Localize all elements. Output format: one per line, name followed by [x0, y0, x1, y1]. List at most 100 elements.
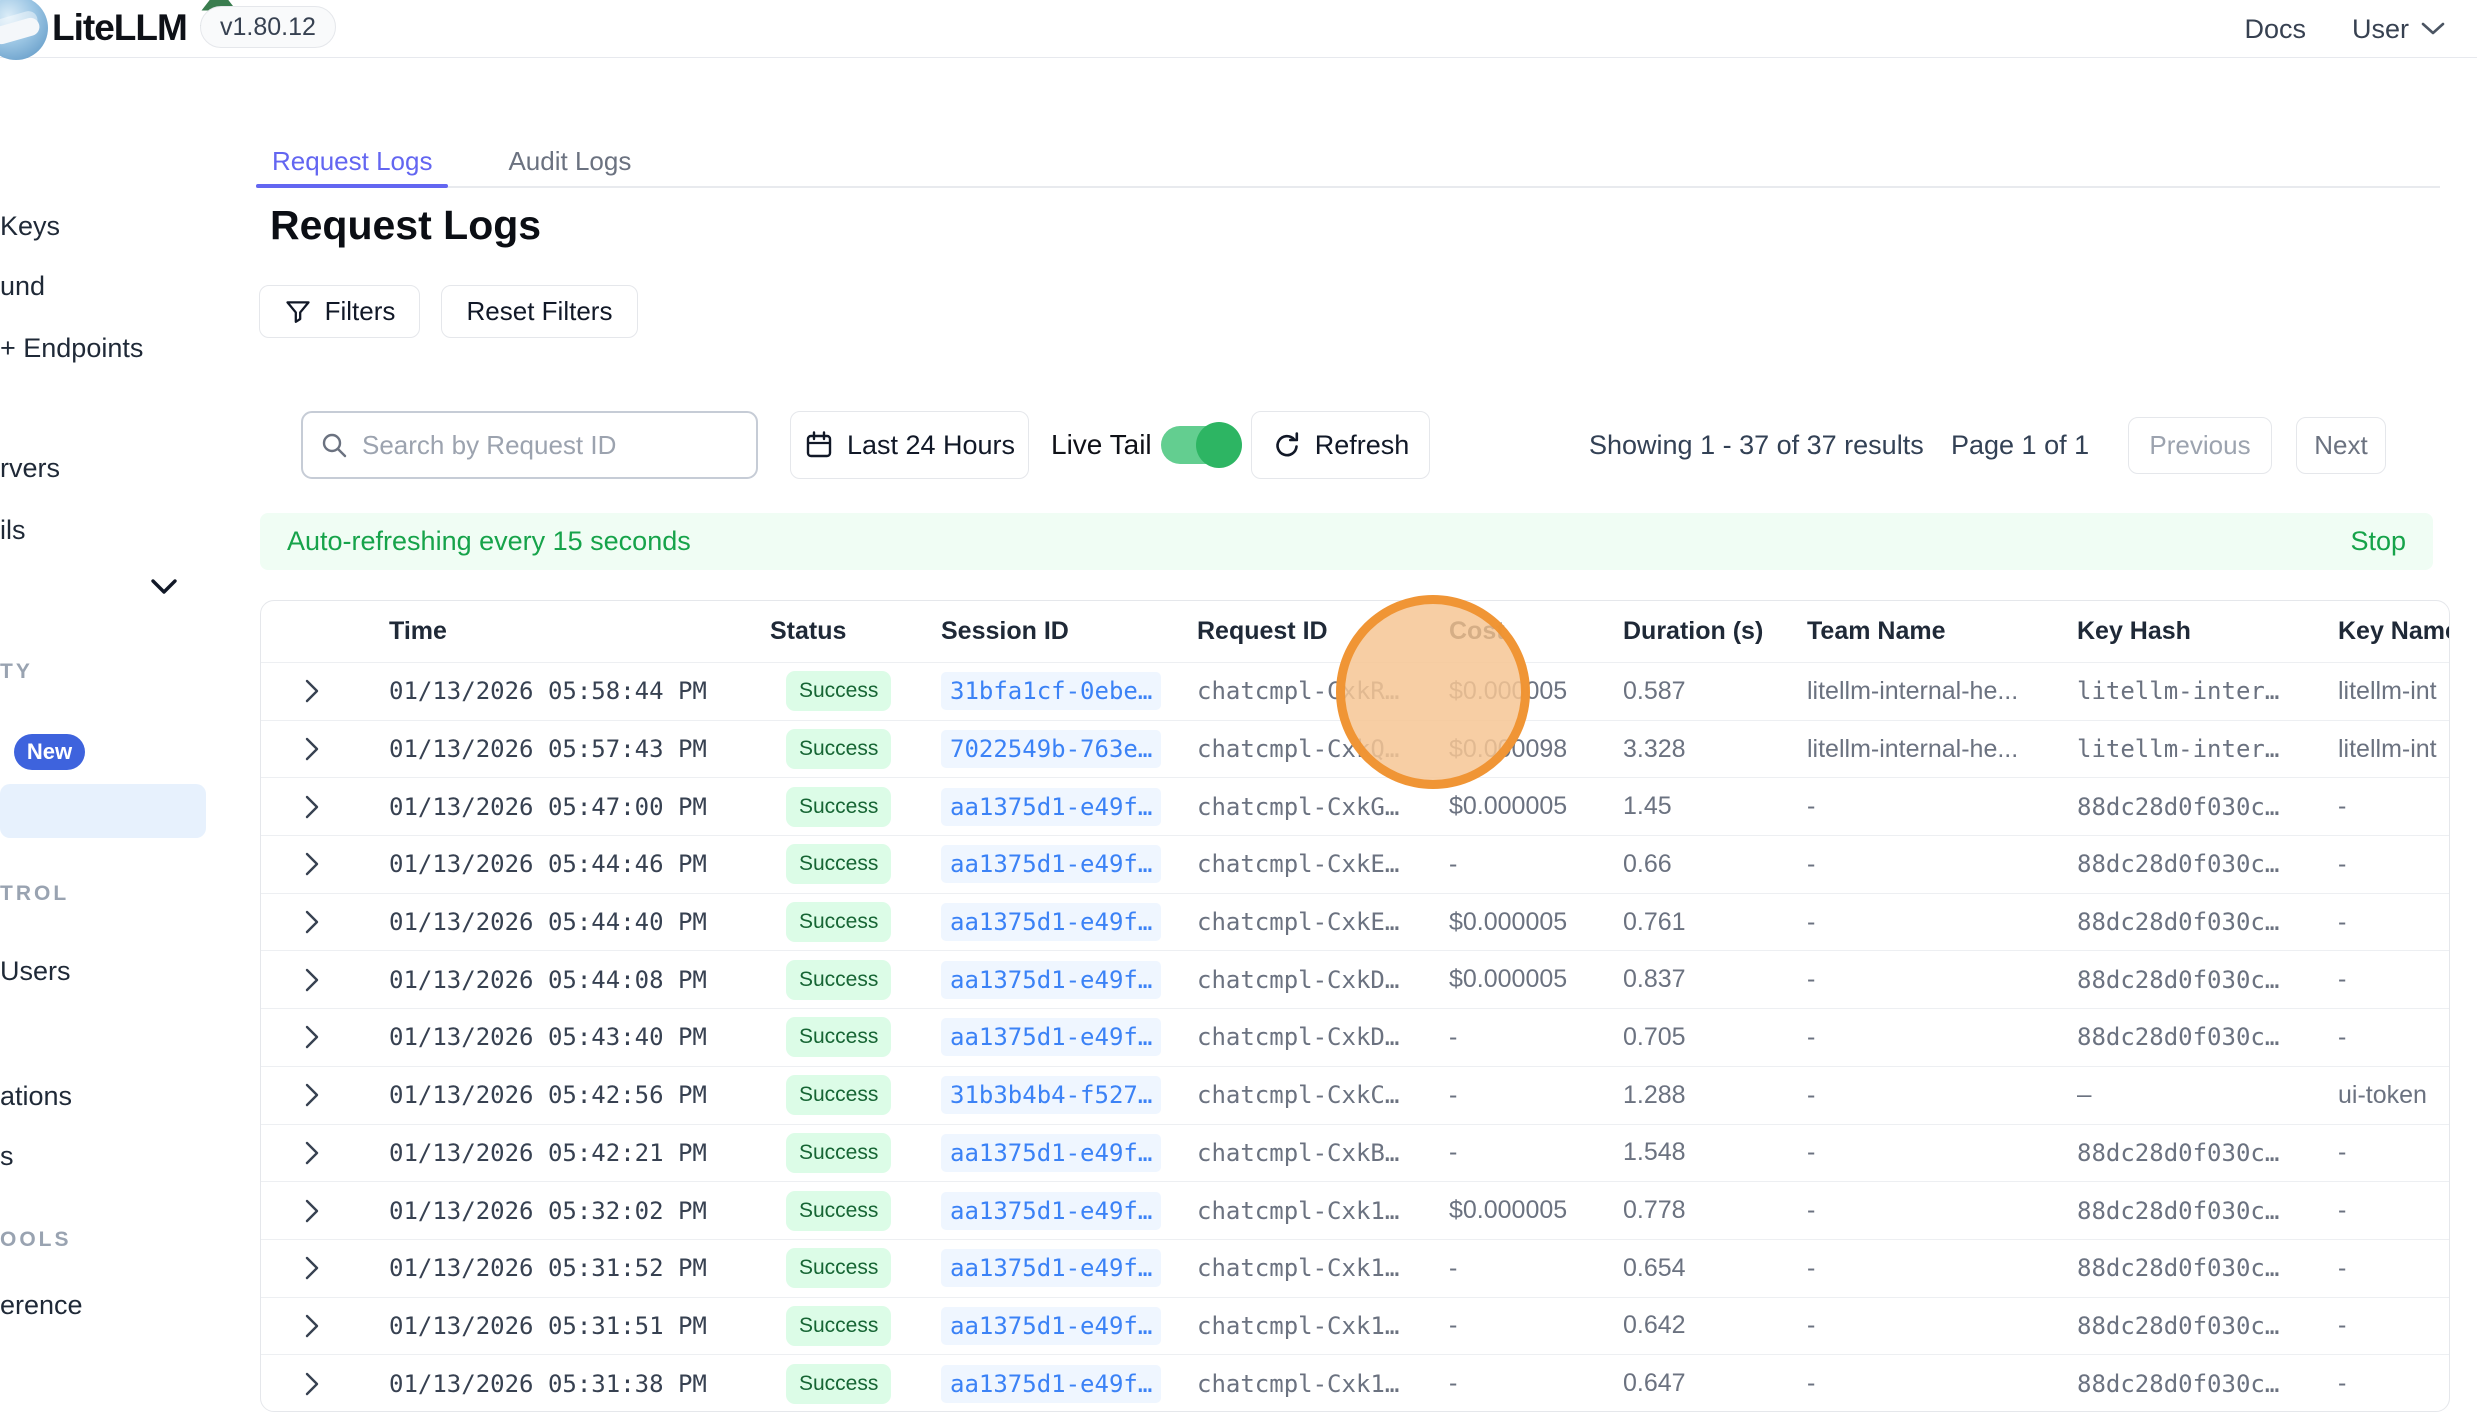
cell-duration: 3.328: [1623, 735, 1807, 764]
cell-team-name: litellm-internal-he...: [1807, 677, 2077, 706]
expand-row-chevron-icon[interactable]: [261, 679, 389, 703]
cell-time: 01/13/2026 05:31:38 PM: [389, 1370, 770, 1398]
expand-row-chevron-icon[interactable]: [261, 1199, 389, 1223]
cell-team-name: -: [1807, 1081, 2077, 1110]
new-badge: New: [14, 734, 85, 770]
expand-row-chevron-icon[interactable]: [261, 910, 389, 934]
cell-key-name: -: [2338, 1369, 2450, 1398]
live-tail-toggle[interactable]: [1161, 426, 1238, 464]
search-input[interactable]: [362, 430, 740, 461]
cell-key-name: -: [2338, 792, 2450, 821]
session-id-link[interactable]: 31bfa1cf-0ebe…: [941, 672, 1161, 710]
user-menu[interactable]: User: [2352, 14, 2445, 45]
session-id-link[interactable]: aa1375d1-e49f…: [941, 903, 1161, 941]
cell-cost: -: [1449, 1311, 1623, 1340]
session-id-link[interactable]: aa1375d1-e49f…: [941, 1307, 1161, 1345]
cell-cost: -: [1449, 1023, 1623, 1052]
sidebar-item-models-endpoints[interactable]: + Endpoints: [0, 333, 143, 364]
table-row[interactable]: 01/13/2026 05:31:38 PM Success aa1375d1-…: [261, 1354, 2449, 1412]
filters-button[interactable]: Filters: [259, 285, 420, 338]
expand-row-chevron-icon[interactable]: [261, 1025, 389, 1049]
cell-key-name: -: [2338, 1254, 2450, 1283]
next-page-button[interactable]: Next: [2296, 417, 2386, 474]
auto-refresh-message: Auto-refreshing every 15 seconds: [287, 526, 691, 557]
table-row[interactable]: 01/13/2026 05:47:00 PM Success aa1375d1-…: [261, 777, 2449, 835]
cell-key-name: -: [2338, 1311, 2450, 1340]
cell-time: 01/13/2026 05:57:43 PM: [389, 735, 770, 763]
expand-row-chevron-icon[interactable]: [261, 1141, 389, 1165]
status-badge: Success: [786, 1364, 891, 1404]
table-row[interactable]: 01/13/2026 05:44:40 PM Success aa1375d1-…: [261, 893, 2449, 951]
cell-cost: $0.000005: [1449, 965, 1623, 994]
docs-link[interactable]: Docs: [2244, 14, 2306, 45]
session-id-link[interactable]: aa1375d1-e49f…: [941, 961, 1161, 999]
time-range-button[interactable]: Last 24 Hours: [790, 411, 1029, 479]
expand-row-chevron-icon[interactable]: [261, 852, 389, 876]
cell-team-name: -: [1807, 1138, 2077, 1167]
status-badge: Success: [786, 1133, 891, 1173]
logs-tab-bar: Request Logs Audit Logs: [256, 137, 2440, 188]
session-id-link[interactable]: aa1375d1-e49f…: [941, 845, 1161, 883]
stop-auto-refresh-link[interactable]: Stop: [2350, 526, 2406, 557]
session-id-link[interactable]: 31b3b4b4-f527…: [941, 1076, 1161, 1114]
expand-row-chevron-icon[interactable]: [261, 795, 389, 819]
cell-duration: 0.778: [1623, 1196, 1807, 1225]
session-id-link[interactable]: aa1375d1-e49f…: [941, 1249, 1161, 1287]
table-row[interactable]: 01/13/2026 05:44:46 PM Success aa1375d1-…: [261, 835, 2449, 893]
cell-team-name: -: [1807, 1254, 2077, 1283]
sidebar-item-users[interactable]: Users: [0, 956, 71, 987]
cell-key-hash: 88dc28d0f030c…: [2077, 1312, 2338, 1340]
table-row[interactable]: 01/13/2026 05:32:02 PM Success aa1375d1-…: [261, 1181, 2449, 1239]
reset-filters-button[interactable]: Reset Filters: [441, 285, 638, 338]
status-badge: Success: [786, 787, 891, 827]
session-id-link[interactable]: aa1375d1-e49f…: [941, 1192, 1161, 1230]
table-row[interactable]: 01/13/2026 05:42:56 PM Success 31b3b4b4-…: [261, 1066, 2449, 1124]
sidebar-item-playground[interactable]: und: [0, 271, 45, 302]
table-body: 01/13/2026 05:58:44 PM Success 31bfa1cf-…: [261, 662, 2449, 1412]
auto-refresh-banner: Auto-refreshing every 15 seconds Stop: [260, 513, 2433, 570]
expand-row-chevron-icon[interactable]: [261, 1083, 389, 1107]
table-row[interactable]: 01/13/2026 05:58:44 PM Success 31bfa1cf-…: [261, 662, 2449, 720]
session-id-link[interactable]: 7022549b-763e…: [941, 730, 1161, 768]
sidebar-collapse-chevron-icon[interactable]: [150, 578, 178, 596]
header-key-hash: Key Hash: [2077, 617, 2338, 646]
tab-audit-logs[interactable]: Audit Logs: [492, 137, 647, 186]
cell-key-hash: 88dc28d0f030c…: [2077, 1023, 2338, 1051]
previous-page-button[interactable]: Previous: [2128, 417, 2272, 474]
sidebar-item-selected-logs[interactable]: [0, 784, 206, 838]
sidebar-item-reference[interactable]: erence: [0, 1290, 83, 1321]
table-row[interactable]: 01/13/2026 05:31:51 PM Success aa1375d1-…: [261, 1297, 2449, 1355]
expand-row-chevron-icon[interactable]: [261, 1314, 389, 1338]
expand-row-chevron-icon[interactable]: [261, 737, 389, 761]
sidebar-item-guardrails[interactable]: ils: [0, 515, 26, 546]
expand-row-chevron-icon[interactable]: [261, 1256, 389, 1280]
sidebar-item-teams[interactable]: s: [0, 1141, 14, 1172]
table-row[interactable]: 01/13/2026 05:44:08 PM Success aa1375d1-…: [261, 950, 2449, 1008]
cell-key-name: -: [2338, 1138, 2450, 1167]
sidebar-item-servers[interactable]: rvers: [0, 453, 60, 484]
session-id-link[interactable]: aa1375d1-e49f…: [941, 1134, 1161, 1172]
request-logs-table: Time Status Session ID Request ID Cost D…: [260, 600, 2450, 1412]
table-row[interactable]: 01/13/2026 05:57:43 PM Success 7022549b-…: [261, 720, 2449, 778]
table-row[interactable]: 01/13/2026 05:42:21 PM Success aa1375d1-…: [261, 1124, 2449, 1182]
table-row[interactable]: 01/13/2026 05:31:52 PM Success aa1375d1-…: [261, 1239, 2449, 1297]
cell-cost: -: [1449, 1254, 1623, 1283]
table-row[interactable]: 01/13/2026 05:43:40 PM Success aa1375d1-…: [261, 1008, 2449, 1066]
cell-time: 01/13/2026 05:42:21 PM: [389, 1139, 770, 1167]
header-duration: Duration (s): [1623, 617, 1807, 646]
session-id-link[interactable]: aa1375d1-e49f…: [941, 1365, 1161, 1403]
search-icon: [319, 430, 349, 460]
cell-team-name: -: [1807, 792, 2077, 821]
session-id-link[interactable]: aa1375d1-e49f…: [941, 1018, 1161, 1056]
expand-row-chevron-icon[interactable]: [261, 1372, 389, 1396]
sidebar-item-organizations[interactable]: ations: [0, 1081, 72, 1112]
cell-key-hash: 88dc28d0f030c…: [2077, 793, 2338, 821]
expand-row-chevron-icon[interactable]: [261, 968, 389, 992]
time-range-label: Last 24 Hours: [847, 430, 1015, 461]
sidebar-item-keys[interactable]: Keys: [0, 211, 60, 242]
refresh-button[interactable]: Refresh: [1251, 411, 1430, 479]
cell-time: 01/13/2026 05:31:51 PM: [389, 1312, 770, 1340]
session-id-link[interactable]: aa1375d1-e49f…: [941, 788, 1161, 826]
tab-request-logs[interactable]: Request Logs: [256, 137, 448, 186]
cell-duration: 0.647: [1623, 1369, 1807, 1398]
